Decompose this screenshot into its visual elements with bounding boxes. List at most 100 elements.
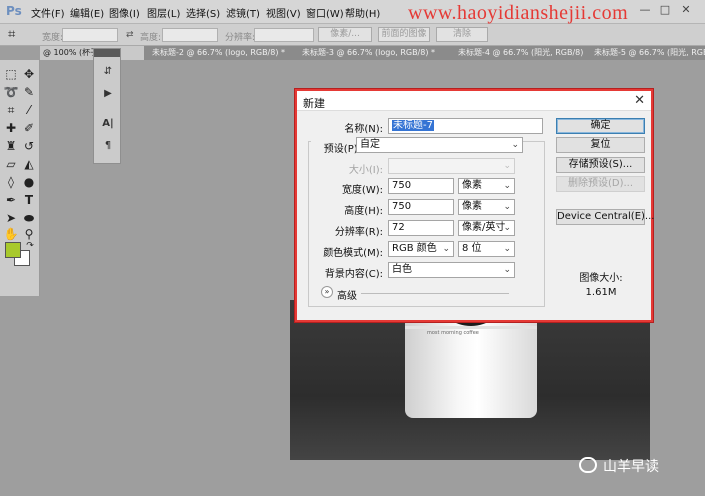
advanced-toggle-icon[interactable]: » — [321, 286, 333, 298]
height-field[interactable]: 750 — [388, 199, 454, 215]
width-label: 宽度(W): — [341, 185, 383, 196]
height-label: 高度(H): — [344, 206, 383, 217]
resolution-label: 分辨率(R): — [334, 227, 383, 238]
document-tabs: @ 100% (杯子...) 未标题-2 @ 66.7% (logo, RGB/… — [40, 46, 705, 60]
doc-tab-2[interactable]: 未标题-2 @ 66.7% (logo, RGB/8) * — [152, 47, 292, 58]
type-icon[interactable]: T — [21, 192, 37, 208]
blur-icon[interactable]: ◊ — [3, 174, 19, 190]
menu-select[interactable]: 选择(S) — [186, 5, 220, 20]
paint-bucket-icon[interactable]: ◭ — [21, 156, 37, 172]
healing-brush-icon[interactable]: ✚ — [3, 120, 19, 136]
menu-filter[interactable]: 滤镜(T) — [226, 5, 260, 20]
adjust-icon[interactable]: ⇵ — [100, 65, 116, 79]
bit-depth-select[interactable]: 8 位 ⌄ — [458, 241, 515, 257]
opt-resolution-label: 分辨率: — [225, 33, 256, 43]
photoshop-logo: Ps — [6, 4, 22, 18]
panel-header[interactable] — [94, 49, 120, 57]
crop-icon[interactable]: ⌗ — [8, 27, 15, 42]
save-preset-button[interactable]: 存储预设(S)... — [556, 157, 645, 173]
new-document-dialog: 新建 ✕ 名称(N): 未标题-7 预设(P): 自定 ⌄ 大小(I): ⌄ 宽度… — [295, 89, 654, 322]
preset-label: 预设(P): — [311, 140, 361, 155]
dialog-title: 新建 — [303, 97, 325, 110]
dialog-close-icon[interactable]: ✕ — [634, 93, 645, 108]
pen-icon[interactable]: ✒ — [3, 192, 19, 208]
foreground-color-swatch[interactable] — [5, 242, 21, 258]
opt-width-label: 宽度: — [42, 33, 64, 43]
history-brush-icon[interactable]: ↺ — [21, 138, 37, 154]
image-size-label: 图像大小: — [579, 273, 623, 284]
height-unit-select[interactable]: 像素 ⌄ — [458, 199, 515, 215]
options-bar: ⌗ 宽度: ⇄ 高度: 分辨率: 像素/... 前面的图像 清除 — [0, 24, 705, 46]
collapsed-panel: ⇵ ▶ A| ¶ — [93, 48, 121, 164]
advanced-label[interactable]: 高级 — [337, 287, 357, 302]
menu-file[interactable]: 文件(F) — [31, 5, 65, 20]
menu-bar: Ps 文件(F) 编辑(E) 图像(I) 图层(L) 选择(S) 滤镜(T) 视… — [0, 0, 705, 24]
opt-height-label: 高度: — [140, 33, 162, 43]
opt-resolution-field[interactable] — [254, 28, 314, 42]
menu-help[interactable]: 帮助(H) — [345, 5, 380, 20]
eraser-icon[interactable]: ▱ — [3, 156, 19, 172]
paragraph-icon[interactable]: ¶ — [100, 139, 116, 153]
crop-tool-icon[interactable]: ⌗ — [3, 102, 19, 118]
resolution-field[interactable]: 72 — [388, 220, 454, 236]
character-icon[interactable]: A| — [100, 117, 116, 131]
credit-text: 山羊早读 — [603, 459, 659, 475]
menu-view[interactable]: 视图(V) — [266, 5, 301, 20]
size-label: 大小(I): — [348, 165, 383, 176]
document-canvas[interactable]: most morning coffee — [290, 300, 650, 460]
swap-colors-icon[interactable]: ↷ — [22, 238, 38, 254]
wechat-icon — [579, 457, 597, 473]
reset-button[interactable]: 复位 — [556, 137, 645, 153]
advanced-divider — [361, 293, 509, 294]
play-icon[interactable]: ▶ — [100, 87, 116, 101]
menu-image[interactable]: 图像(I) — [109, 5, 140, 20]
marquee-icon[interactable]: ⬚ — [3, 66, 19, 82]
front-image-button[interactable]: 前面的图像 — [378, 27, 430, 42]
size-select: ⌄ — [388, 158, 515, 174]
doc-tab-4[interactable]: 未标题-4 @ 66.7% (阳光, RGB/8) * — [458, 47, 584, 58]
site-watermark: www.haoyidianshejii.com — [408, 2, 629, 24]
name-label: 名称(N): — [344, 124, 383, 135]
menu-edit[interactable]: 编辑(E) — [70, 5, 104, 20]
menu-layer[interactable]: 图层(L) — [147, 5, 180, 20]
brush-icon[interactable]: ✐ — [21, 120, 37, 136]
doc-tab-5[interactable]: 未标题-5 @ 66.7% (阳光, RGB/8) * — [594, 47, 705, 58]
restore-icon[interactable]: □ — [656, 3, 674, 19]
dodge-icon[interactable]: ● — [21, 174, 37, 190]
lasso-icon[interactable]: ➰ — [3, 84, 19, 100]
width-field[interactable]: 750 — [388, 178, 454, 194]
close-icon[interactable]: ✕ — [677, 3, 695, 19]
background-contents-label: 背景内容(C): — [324, 269, 383, 280]
cup-text: most morning coffee — [427, 330, 479, 336]
color-mode-label: 颜色模式(M): — [323, 248, 383, 259]
hand-icon[interactable]: ✋ — [3, 226, 19, 242]
eyedropper-icon[interactable]: ⁄ — [21, 102, 37, 118]
swap-icon[interactable]: ⇄ — [126, 30, 134, 40]
opt-width-field[interactable] — [62, 28, 118, 42]
dialog-titlebar: 新建 ✕ — [297, 91, 651, 111]
image-size-value: 1.61M — [585, 287, 617, 298]
name-field[interactable]: 未标题-7 — [388, 118, 543, 134]
doc-tab-1[interactable]: @ 100% (杯子...) — [40, 46, 144, 60]
ok-button[interactable]: 确定 — [556, 118, 645, 134]
opt-resolution-unit[interactable]: 像素/... — [318, 27, 372, 42]
move-icon[interactable]: ✥ — [21, 66, 37, 82]
device-central-button[interactable]: Device Central(E)... — [556, 209, 654, 225]
width-unit-select[interactable]: 像素 ⌄ — [458, 178, 515, 194]
path-select-icon[interactable]: ➤ — [3, 210, 19, 226]
clear-button[interactable]: 清除 — [436, 27, 488, 42]
menu-window[interactable]: 窗口(W) — [306, 5, 344, 20]
background-contents-select[interactable]: 白色 ⌄ — [388, 262, 515, 278]
ellipse-icon[interactable]: ⬬ — [21, 210, 37, 226]
color-mode-select[interactable]: RGB 颜色 ⌄ — [388, 241, 454, 257]
quick-select-icon[interactable]: ✎ — [21, 84, 37, 100]
opt-height-field[interactable] — [162, 28, 218, 42]
preset-select[interactable]: 自定 ⌄ — [356, 137, 523, 153]
doc-tab-3[interactable]: 未标题-3 @ 66.7% (logo, RGB/8) * — [302, 47, 444, 58]
tools-panel: ⬚ ✥ ➰ ✎ ⌗ ⁄ ✚ ✐ ♜ ↺ ▱ ◭ ◊ ● ✒ T ➤ ⬬ ✋ ⚲ … — [0, 60, 40, 296]
delete-preset-button: 删除预设(D)... — [556, 176, 645, 192]
clone-stamp-icon[interactable]: ♜ — [3, 138, 19, 154]
minimize-icon[interactable]: — — [636, 3, 654, 19]
resolution-unit-select[interactable]: 像素/英寸 ⌄ — [458, 220, 515, 236]
cup-band — [405, 326, 537, 329]
